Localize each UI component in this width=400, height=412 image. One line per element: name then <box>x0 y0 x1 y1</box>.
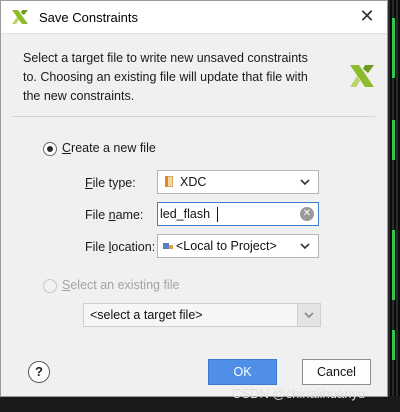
vivado-logo-icon <box>12 10 28 24</box>
file-name-value: led_flash <box>160 207 211 221</box>
select-existing-file-label[interactable]: Select an existing file <box>62 278 179 292</box>
divider <box>13 116 375 117</box>
chevron-down-icon[interactable] <box>298 175 312 189</box>
file-name-input[interactable]: led_flash ✕ <box>157 202 319 226</box>
background-green-mark <box>392 230 395 300</box>
intro-text: Select a target file to write new unsave… <box>23 51 308 103</box>
file-type-select[interactable]: XDC <box>157 170 319 194</box>
ok-button[interactable]: OK <box>208 359 277 385</box>
close-icon[interactable]: ✕ <box>347 1 387 33</box>
local-folder-icon <box>163 243 173 249</box>
title-bar[interactable]: Save Constraints ✕ <box>1 1 387 34</box>
window-title: Save Constraints <box>39 10 138 25</box>
save-constraints-dialog: Save Constraints ✕ Select a target file … <box>0 0 388 397</box>
file-location-value: <Local to Project> <box>176 239 277 253</box>
vivado-logo-icon <box>350 65 374 87</box>
cancel-button[interactable]: Cancel <box>302 359 371 385</box>
watermark-text: CSDN @chinalihuanyu <box>232 386 366 401</box>
select-existing-file-radio[interactable] <box>43 279 57 293</box>
file-location-select[interactable]: <Local to Project> <box>157 234 319 258</box>
dropdown-button[interactable] <box>297 304 320 326</box>
background-green-mark <box>392 120 395 160</box>
file-name-label: File name: <box>85 208 144 222</box>
file-type-label: File type: <box>85 176 136 190</box>
create-new-file-radio[interactable] <box>43 142 57 156</box>
help-button[interactable]: ? <box>28 361 50 383</box>
background-green-mark <box>392 330 395 360</box>
file-type-value: XDC <box>180 175 207 189</box>
chevron-down-icon <box>304 312 314 319</box>
xdc-file-icon <box>165 176 173 187</box>
text-caret <box>217 207 218 222</box>
existing-file-select[interactable]: <select a target file> <box>83 303 321 327</box>
chevron-down-icon[interactable] <box>298 239 312 253</box>
background-window-edge <box>388 0 400 412</box>
existing-file-value: <select a target file> <box>90 308 203 322</box>
create-new-file-label[interactable]: Create a new file <box>62 141 156 155</box>
file-location-label: File location: <box>85 240 156 254</box>
clear-icon[interactable]: ✕ <box>300 207 314 221</box>
background-green-mark <box>392 18 395 78</box>
